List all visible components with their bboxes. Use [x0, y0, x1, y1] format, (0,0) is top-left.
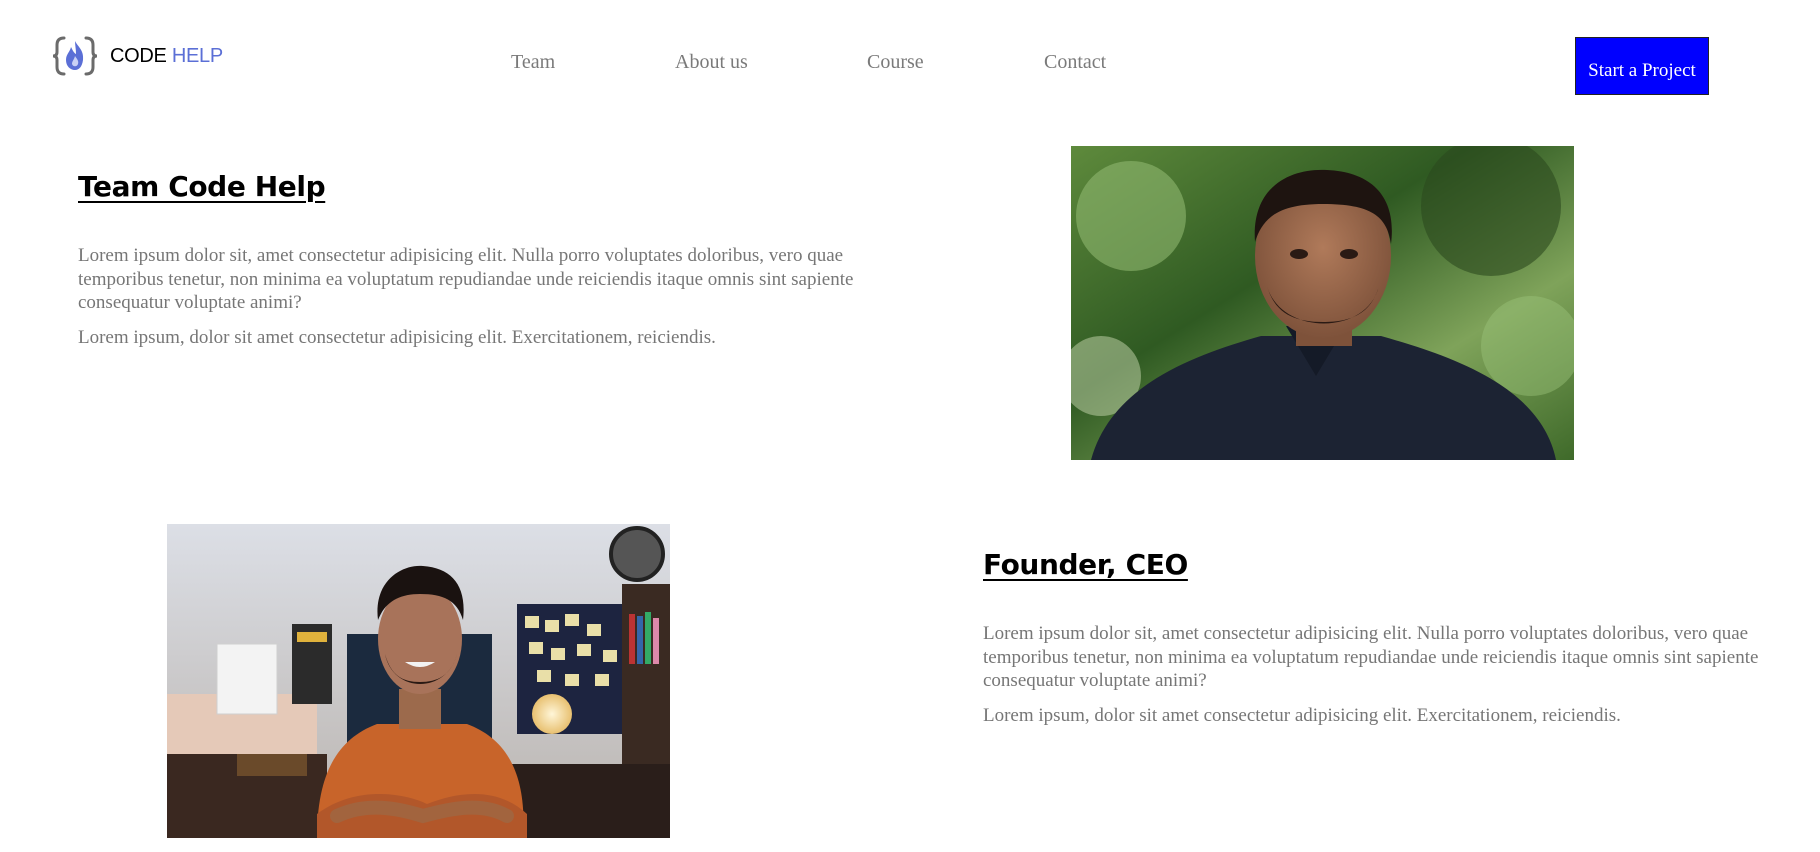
- team-member-photo: [1071, 146, 1574, 460]
- nav-link-course[interactable]: Course: [867, 51, 924, 74]
- team-heading: Team Code Help: [78, 170, 326, 203]
- nav-link-contact[interactable]: Contact: [1044, 51, 1106, 74]
- main-nav: Team About us Course Contact: [0, 51, 1820, 75]
- team-paragraph-1: Lorem ipsum dolor sit, amet consectetur …: [78, 245, 854, 313]
- start-project-button[interactable]: Start a Project: [1575, 37, 1709, 95]
- team-paragraph-2: Lorem ipsum, dolor sit amet consectetur …: [78, 327, 716, 348]
- founder-paragraph-1: Lorem ipsum dolor sit, amet consectetur …: [983, 623, 1759, 691]
- nav-link-team[interactable]: Team: [511, 51, 555, 74]
- founder-photo: [167, 524, 670, 838]
- nav-link-about-us[interactable]: About us: [675, 51, 748, 74]
- founder-paragraph-2: Lorem ipsum, dolor sit amet consectetur …: [983, 705, 1621, 726]
- founder-heading: Founder, CEO: [983, 548, 1188, 581]
